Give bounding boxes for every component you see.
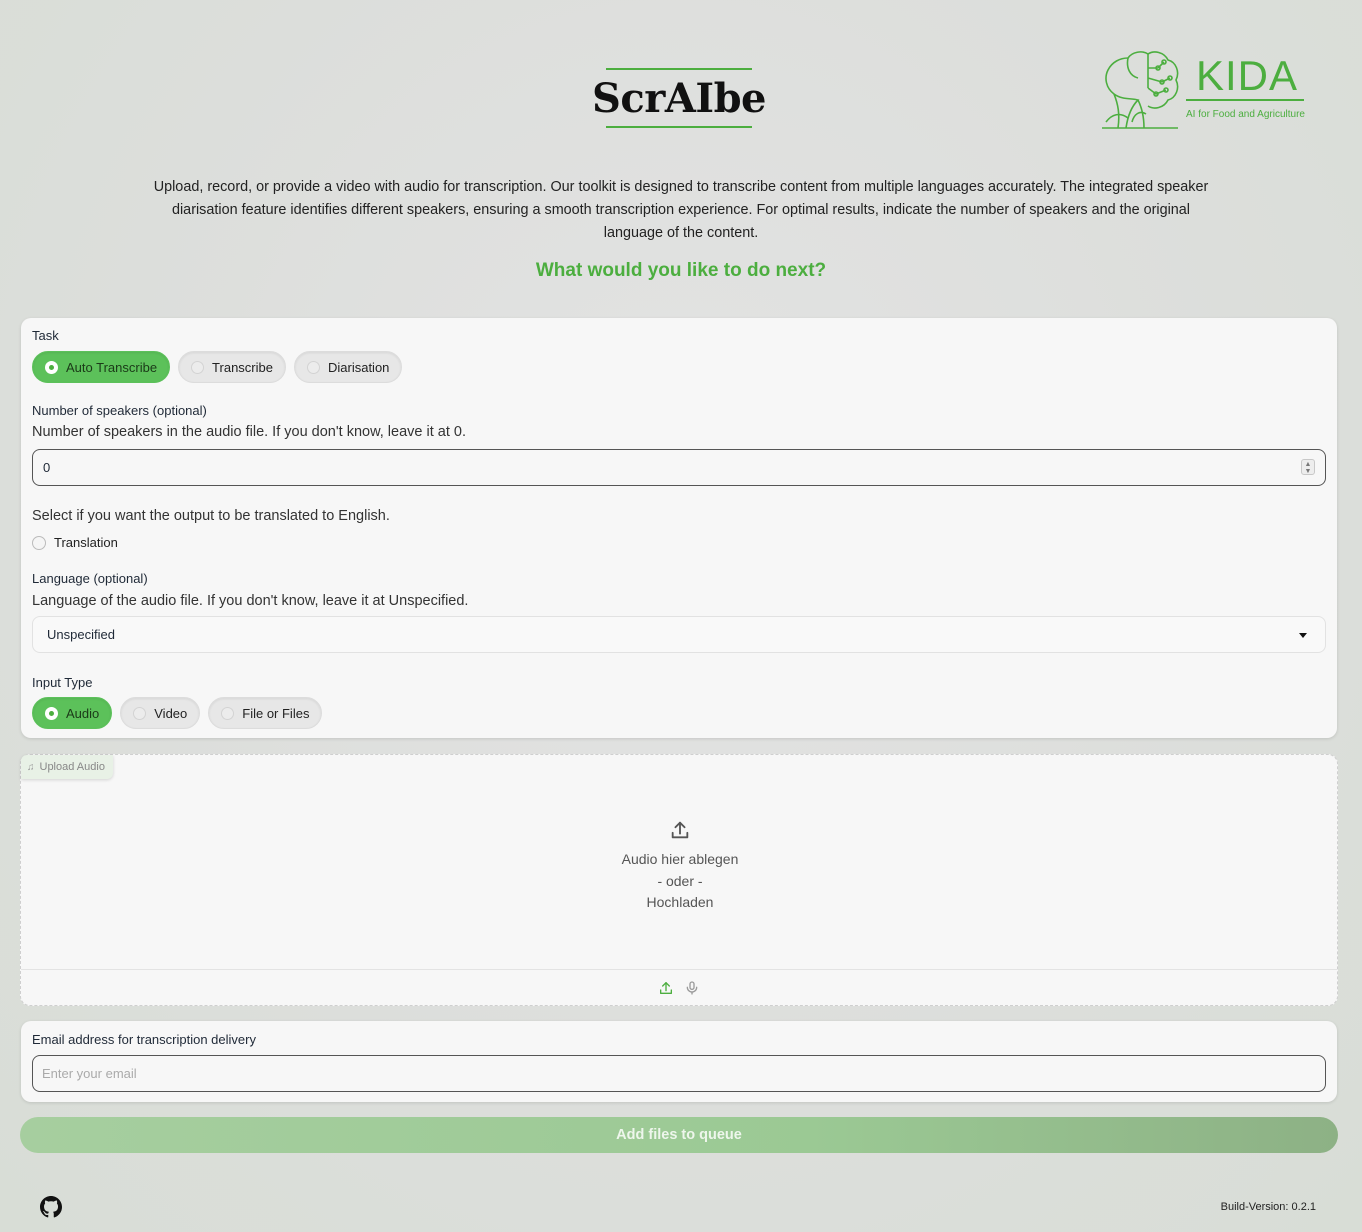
radio-icon	[221, 706, 235, 720]
logo-divider	[1186, 99, 1304, 101]
radio-icon	[306, 360, 320, 374]
radio-icon	[191, 360, 205, 374]
input-type-option-label: Video	[154, 705, 188, 721]
intro-description: Upload, record, or provide a video with …	[153, 179, 1209, 241]
translation-checkbox[interactable]: Translation	[32, 535, 118, 550]
translation-info: Select if you want the output to be tran…	[32, 508, 390, 524]
microphone-icon[interactable]	[684, 980, 700, 996]
music-note-icon: ♫	[27, 761, 35, 773]
language-dropdown[interactable]: Unspecified	[32, 616, 1326, 653]
caret-down-icon	[1299, 633, 1307, 638]
speakers-info: Number of speakers in the audio file. If…	[32, 424, 466, 440]
task-radio-group: Auto Transcribe Transcribe Diarisation	[32, 351, 403, 383]
input-type-audio[interactable]: Audio	[32, 697, 113, 729]
radio-icon	[133, 706, 147, 720]
next-step-heading: What would you like to do next?	[535, 260, 827, 281]
language-info: Language of the audio file. If you don't…	[32, 593, 469, 609]
input-type-option-label: Audio	[66, 705, 100, 721]
audio-upload-dropzone[interactable]: ♫ Upload Audio Audio hier ablegen - oder…	[20, 754, 1338, 1006]
header: ScrAIbe KIDA AI for Food and Agriculture	[0, 0, 1362, 160]
upload-tag-label: Upload Audio	[39, 761, 105, 773]
radio-selected-icon	[45, 706, 58, 720]
input-type-video[interactable]: Video	[120, 697, 201, 729]
language-value: Unspecified	[47, 627, 115, 642]
tree-brain-logo-icon	[1102, 51, 1179, 129]
upload-audio-tag: ♫ Upload Audio	[21, 755, 113, 779]
input-type-radio-group: Audio Video File or Files	[32, 697, 323, 729]
upload-icon[interactable]	[658, 980, 674, 996]
kida-logo: KIDA AI for Food and Agriculture	[1098, 44, 1308, 134]
task-option-transcribe[interactable]: Transcribe	[178, 351, 286, 383]
input-type-option-label: File or Files	[242, 705, 310, 721]
input-type-files[interactable]: File or Files	[208, 697, 323, 729]
app-title: ScrAIbe	[592, 68, 766, 128]
input-type-label: Input Type	[32, 675, 93, 690]
number-stepper-icon[interactable]: ▲ ▼	[1301, 459, 1315, 475]
upload-click-text: Hochladen	[646, 894, 714, 910]
upload-prompt[interactable]: Audio hier ablegen - oder - Hochladen	[21, 819, 1339, 914]
speakers-number-input[interactable]: 0 ▲ ▼	[32, 449, 1326, 486]
task-option-diarisation[interactable]: Diarisation	[293, 351, 403, 383]
task-label: Task	[32, 328, 59, 343]
task-option-auto-transcribe[interactable]: Auto Transcribe	[32, 351, 171, 383]
speakers-value: 0	[43, 460, 51, 475]
settings-card: Task Auto Transcribe Transcribe Diarisat…	[21, 318, 1337, 738]
task-option-label: Transcribe	[212, 359, 273, 375]
task-option-label: Auto Transcribe	[66, 359, 158, 375]
email-input[interactable]	[32, 1055, 1326, 1092]
speakers-label: Number of speakers (optional)	[32, 403, 207, 418]
email-card: Email address for transcription delivery	[21, 1021, 1337, 1102]
build-version: Build-Version: 0.2.1	[1220, 1201, 1316, 1213]
kida-wordmark: KIDA	[1196, 52, 1299, 99]
app-title-text: ScrAIbe	[592, 74, 766, 122]
task-option-label: Diarisation	[327, 359, 390, 375]
translation-label: Translation	[54, 535, 118, 550]
add-files-to-queue-button[interactable]: Add files to queue	[20, 1117, 1338, 1153]
language-label: Language (optional)	[32, 571, 148, 586]
upload-drop-text: Audio hier ablegen	[621, 851, 739, 867]
github-icon[interactable]	[40, 1196, 62, 1223]
upload-source-bar	[21, 969, 1337, 1005]
checkbox-icon[interactable]	[32, 535, 46, 550]
kida-subtitle: AI for Food and Agriculture	[1186, 109, 1305, 120]
upload-or-text: - oder -	[657, 872, 703, 889]
upload-icon	[671, 821, 689, 839]
radio-selected-icon	[45, 360, 58, 374]
email-label: Email address for transcription delivery	[32, 1032, 256, 1047]
